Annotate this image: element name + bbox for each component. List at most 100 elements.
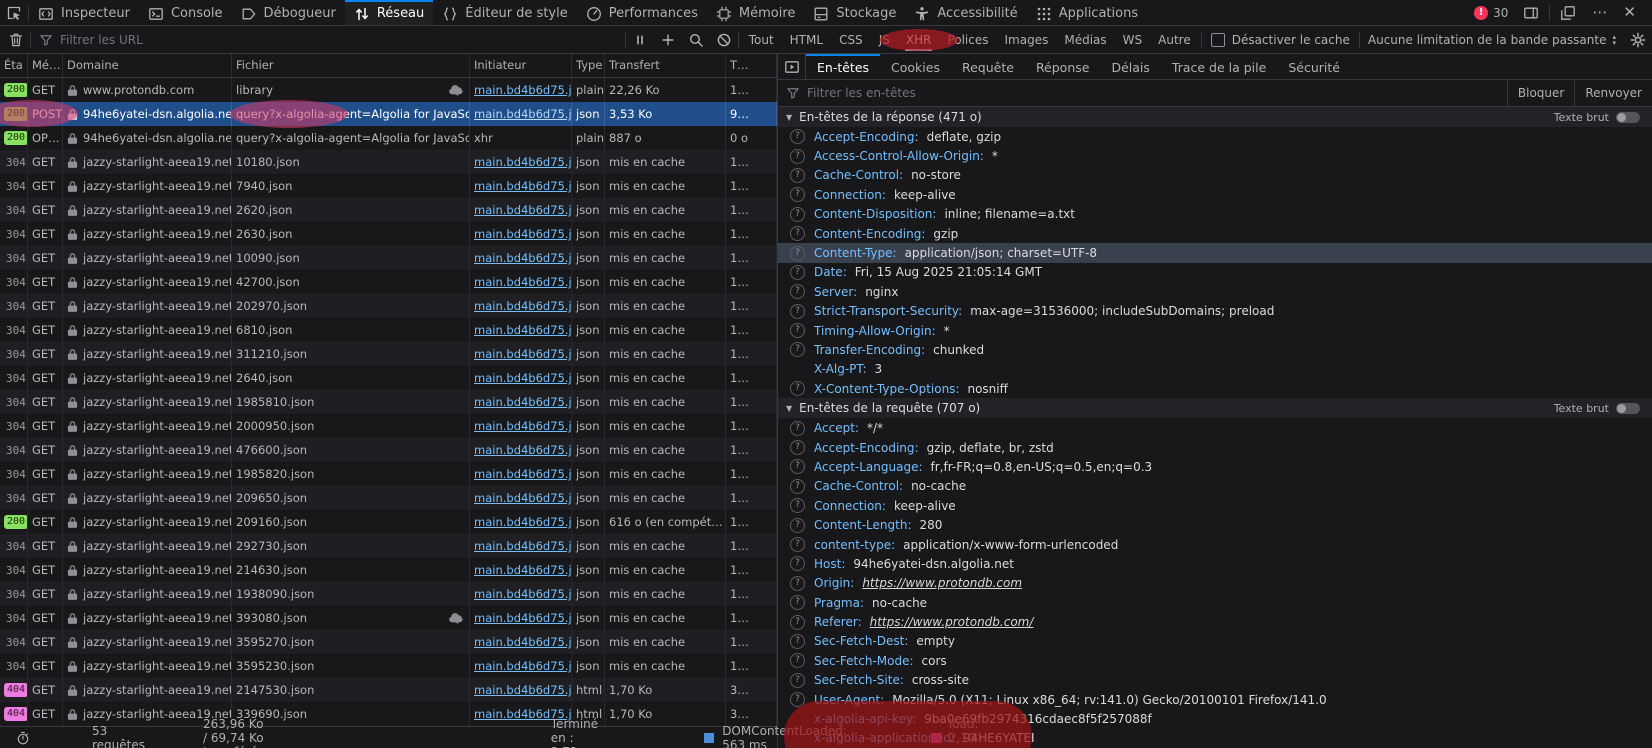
question-icon[interactable]: ? (790, 537, 805, 552)
initiator-link[interactable]: main.bd4b6d75.j… (474, 611, 572, 625)
column-header-1[interactable]: Mé… (28, 54, 63, 77)
initiator-link[interactable]: main.bd4b6d75.j… (474, 227, 572, 241)
question-icon[interactable]: ? (790, 459, 805, 474)
table-row[interactable]: 304GETjazzy-starlight-aeea19.netli…21463… (0, 558, 777, 582)
header-row[interactable]: ?Accept*/* (778, 418, 1652, 437)
table-row[interactable]: 304GETjazzy-starlight-aeea19.netli…19858… (0, 390, 777, 414)
toolbox-tab-debugger[interactable]: Débogueur (232, 0, 345, 25)
toolbox-tab-console[interactable]: Console (139, 0, 232, 25)
question-icon[interactable]: ? (790, 265, 805, 280)
initiator-link[interactable]: main.bd4b6d75.j… (474, 443, 572, 457)
initiator-link[interactable]: main.bd4b6d75.j… (474, 83, 572, 97)
question-icon[interactable]: ? (790, 207, 805, 222)
header-row[interactable]: ?Cache-Controlno-store (778, 166, 1652, 185)
question-icon[interactable]: ? (790, 284, 805, 299)
header-row[interactable]: ?Sec-Fetch-Sitecross-site (778, 671, 1652, 690)
question-icon[interactable]: ? (790, 634, 805, 649)
separate-window-button[interactable] (1554, 5, 1582, 21)
question-icon[interactable]: ? (790, 187, 805, 202)
type-filter-tout[interactable]: Tout (741, 26, 782, 53)
header-row[interactable]: ?Content-Length280 (778, 515, 1652, 534)
table-row[interactable]: 304GETjazzy-starlight-aeea19.netli…31121… (0, 342, 777, 366)
headers-section-header[interactable]: ▼En-têtes de la réponse (471 o)Texte bru… (778, 107, 1652, 127)
new-request-button[interactable] (654, 26, 682, 53)
question-icon[interactable]: ? (790, 595, 805, 610)
header-row[interactable]: ?Sec-Fetch-Modecors (778, 651, 1652, 670)
question-icon[interactable]: ? (790, 518, 805, 533)
column-header-6[interactable]: Transfert (605, 54, 726, 77)
header-row[interactable]: ?Host94he6yatei-dsn.algolia.net (778, 554, 1652, 573)
table-row[interactable]: 304GETjazzy-starlight-aeea19.netli…6810.… (0, 318, 777, 342)
question-icon[interactable]: ? (790, 498, 805, 513)
table-row[interactable]: 304GETjazzy-starlight-aeea19.netli…35952… (0, 630, 777, 654)
details-tab-en-t-tes[interactable]: En-têtes (806, 54, 880, 79)
dock-side-button[interactable] (1517, 5, 1545, 21)
column-header-5[interactable]: Type (572, 54, 605, 77)
column-header-0[interactable]: Éta (0, 54, 28, 77)
header-row[interactable]: ?Originhttps://www.protondb.com (778, 574, 1652, 593)
header-row[interactable]: ?Transfer-Encodingchunked (778, 340, 1652, 359)
search-button[interactable] (682, 26, 710, 53)
header-value[interactable]: https://www.protondb.com (862, 576, 1022, 590)
initiator-link[interactable]: main.bd4b6d75.j… (474, 491, 572, 505)
header-row[interactable]: ?Pragmano-cache (778, 593, 1652, 612)
initiator-link[interactable]: main.bd4b6d75.j… (474, 635, 572, 649)
initiator-link[interactable]: main.bd4b6d75.j… (474, 467, 572, 481)
question-icon[interactable]: ? (790, 692, 805, 707)
question-icon[interactable]: ? (790, 342, 805, 357)
details-tab-cookies[interactable]: Cookies (880, 54, 951, 79)
header-row[interactable]: ?Connectionkeep-alive (778, 496, 1652, 515)
initiator-link[interactable]: main.bd4b6d75.j… (474, 563, 572, 577)
question-icon[interactable]: ? (790, 673, 805, 688)
toolbox-tab-applications[interactable]: Applications (1027, 0, 1147, 25)
table-row[interactable]: 304GETjazzy-starlight-aeea19.netli…20297… (0, 294, 777, 318)
toolbox-tab-inspector[interactable]: Inspecteur (29, 0, 139, 25)
question-icon[interactable]: ? (790, 440, 805, 455)
question-icon[interactable]: ? (790, 168, 805, 183)
meatball-menu-button[interactable]: ⋯ (1586, 5, 1613, 20)
column-header-4[interactable]: Initiateur (470, 54, 572, 77)
toolbox-tab-network[interactable]: Réseau (345, 0, 433, 25)
table-row[interactable]: 304GETjazzy-starlight-aeea19.netli…10090… (0, 246, 777, 270)
table-row[interactable]: 304GETjazzy-starlight-aeea19.netli…2620.… (0, 198, 777, 222)
initiator-link[interactable]: main.bd4b6d75.j… (474, 419, 572, 433)
question-icon[interactable]: ? (790, 323, 805, 338)
initiator-link[interactable]: main.bd4b6d75.j… (474, 203, 572, 217)
table-row[interactable]: 304GETjazzy-starlight-aeea19.netli…20009… (0, 414, 777, 438)
table-row[interactable]: 304GETjazzy-starlight-aeea19.netli…19380… (0, 582, 777, 606)
initiator-link[interactable]: main.bd4b6d75.j… (474, 395, 572, 409)
question-icon[interactable]: ? (790, 556, 805, 571)
error-count-badge[interactable]: ! 30 (1469, 6, 1513, 20)
question-icon[interactable]: ? (790, 226, 805, 241)
table-row[interactable]: 304GETjazzy-starlight-aeea19.netli…2630.… (0, 222, 777, 246)
table-row[interactable]: 200POST94he6yatei-dsn.algolia.netquery?x… (0, 102, 777, 126)
header-row[interactable]: ?Connectionkeep-alive (778, 185, 1652, 204)
header-row[interactable]: ?Accept-Encodinggzip, deflate, br, zstd (778, 438, 1652, 457)
question-icon[interactable]: ? (790, 381, 805, 396)
column-header-2[interactable]: Domaine (63, 54, 232, 77)
type-filter-css[interactable]: CSS (831, 26, 871, 53)
column-header-3[interactable]: Fichier (232, 54, 470, 77)
close-devtools-button[interactable]: ✕ (1617, 5, 1642, 20)
table-row[interactable]: 304GETjazzy-starlight-aeea19.netli…20965… (0, 486, 777, 510)
table-row[interactable]: 404GETjazzy-starlight-aeea19.netli…21475… (0, 678, 777, 702)
table-row[interactable]: 304GETjazzy-starlight-aeea19.netli…47660… (0, 438, 777, 462)
pause-traffic-button[interactable] (626, 26, 654, 53)
initiator-link[interactable]: main.bd4b6d75.j… (474, 587, 572, 601)
table-row[interactable]: 304GETjazzy-starlight-aeea19.netli…29273… (0, 534, 777, 558)
header-row[interactable]: ?Content-Typeapplication/json; charset=U… (778, 243, 1652, 262)
header-row[interactable]: ?Cache-Controlno-cache (778, 477, 1652, 496)
network-settings-button[interactable] (1624, 26, 1652, 53)
disable-cache-checkbox[interactable]: Désactiver le cache (1202, 26, 1359, 53)
type-filter-js[interactable]: JS (871, 26, 898, 53)
resend-button[interactable]: Renvoyer (1574, 80, 1652, 106)
header-row[interactable]: X-Alg-PT3 (778, 360, 1652, 379)
header-row[interactable]: x-algolia-application-id94HE6YATEI (778, 729, 1652, 748)
pick-element-button[interactable] (0, 0, 28, 25)
block-request-button[interactable] (710, 26, 738, 53)
type-filter-html[interactable]: HTML (782, 26, 831, 53)
question-icon[interactable]: ? (790, 479, 805, 494)
table-row[interactable]: 404GETjazzy-starlight-aeea19.netli…33969… (0, 702, 777, 726)
table-row[interactable]: 304GETjazzy-starlight-aeea19.netli…19858… (0, 462, 777, 486)
question-icon[interactable]: ? (790, 615, 805, 630)
